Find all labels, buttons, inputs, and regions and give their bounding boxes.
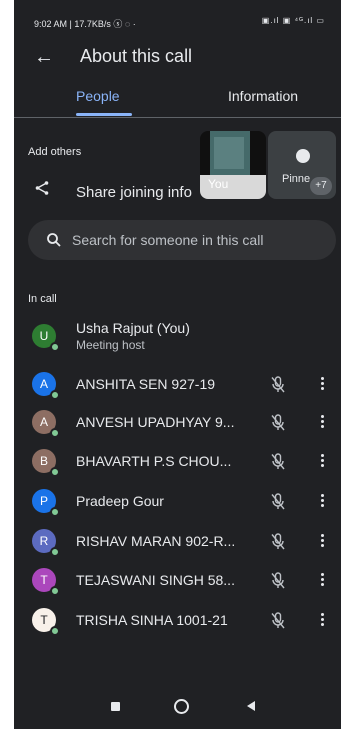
- mic-off-icon: [271, 376, 285, 393]
- more-options-icon[interactable]: [316, 571, 328, 591]
- system-nav-bar: [14, 699, 341, 720]
- self-tile-label: You: [208, 177, 229, 191]
- participant-name: ANVESH UPADHYAY 9...: [76, 414, 235, 430]
- participant-name: Usha Rajput (You): [76, 320, 190, 336]
- online-status-dot: [50, 390, 60, 400]
- online-status-dot: [50, 547, 60, 557]
- tab-bar: People Information: [14, 80, 341, 116]
- search-icon: [47, 233, 61, 247]
- participant-row[interactable]: B BHAVARTH P.S CHOU...: [14, 443, 341, 483]
- more-options-icon[interactable]: [316, 532, 328, 552]
- add-others-label: Add others: [28, 146, 82, 158]
- status-bar: 9:02 AM | 17.7KB/s ⓢ ◌ · ▣.ıl ▣ ⁴ᴳ.ıl ▭: [14, 0, 341, 44]
- mic-off-icon: [271, 533, 285, 550]
- status-time: 9:02 AM | 17.7KB/s ⓢ ◌ ·: [34, 19, 136, 29]
- participant-row[interactable]: A ANSHITA SEN 927-19: [14, 366, 341, 406]
- online-status-dot: [50, 342, 60, 352]
- back-triangle-icon[interactable]: [247, 701, 255, 711]
- participant-row[interactable]: A ANVESH UPADHYAY 9...: [14, 404, 341, 444]
- phone-screen: 9:02 AM | 17.7KB/s ⓢ ◌ · ▣.ıl ▣ ⁴ᴳ.ıl ▭ …: [14, 0, 341, 729]
- more-participants-badge: +7: [310, 177, 332, 195]
- participant-name: Pradeep Gour: [76, 493, 164, 509]
- online-status-dot: [50, 428, 60, 438]
- tab-divider: [14, 117, 341, 118]
- mic-off-icon: [271, 572, 285, 589]
- mic-off-icon: [271, 453, 285, 470]
- arrow-left-icon[interactable]: ←: [34, 44, 54, 70]
- participant-name: BHAVARTH P.S CHOU...: [76, 453, 232, 469]
- video-tiles: You Pinne +7: [200, 131, 336, 199]
- in-call-label: In call: [28, 293, 57, 305]
- participant-name: ANSHITA SEN 927-19: [76, 376, 216, 392]
- participant-role: Meeting host: [76, 338, 145, 352]
- share-icon: [35, 181, 49, 195]
- mic-off-icon: [271, 414, 285, 431]
- participant-row[interactable]: U Usha Rajput (You) Meeting host: [14, 318, 341, 358]
- share-joining-info-label: Share joining info: [76, 184, 192, 201]
- participant-row[interactable]: T TRISHA SINHA 1001-21: [14, 602, 341, 642]
- pinned-tile-label: Pinne: [282, 173, 311, 185]
- home-icon[interactable]: [174, 699, 189, 714]
- search-input[interactable]: Search for someone in this call: [28, 220, 336, 260]
- self-video-tile[interactable]: You: [200, 131, 266, 199]
- page-title: About this call: [80, 46, 193, 66]
- participant-name: TEJASWANI SINGH 58...: [76, 572, 235, 588]
- participant-row[interactable]: R RISHAV MARAN 902-R...: [14, 523, 341, 563]
- tab-people[interactable]: People: [76, 88, 120, 104]
- tab-indicator: [76, 113, 132, 116]
- participant-row[interactable]: T TEJASWANI SINGH 58...: [14, 562, 341, 602]
- online-status-dot: [50, 507, 60, 517]
- mic-off-icon: [271, 493, 285, 510]
- more-options-icon[interactable]: [316, 375, 328, 395]
- participant-row[interactable]: P Pradeep Gour: [14, 483, 341, 523]
- more-options-icon[interactable]: [316, 611, 328, 631]
- app-bar: ← About this call: [14, 44, 341, 74]
- more-options-icon[interactable]: [316, 413, 328, 433]
- online-status-dot: [50, 626, 60, 636]
- search-placeholder: Search for someone in this call: [72, 232, 264, 248]
- more-options-icon[interactable]: [316, 452, 328, 472]
- online-status-dot: [50, 586, 60, 596]
- video-frame-inner: [214, 137, 244, 169]
- recents-icon[interactable]: [111, 702, 120, 711]
- online-status-dot: [50, 467, 60, 477]
- mic-off-icon: [271, 612, 285, 629]
- tab-information[interactable]: Information: [228, 88, 298, 104]
- participant-name: TRISHA SINHA 1001-21: [76, 612, 228, 628]
- pin-icon: [296, 149, 310, 163]
- status-icons: ▣.ıl ▣ ⁴ᴳ.ıl ▭: [261, 16, 325, 25]
- pinned-tile[interactable]: Pinne +7: [268, 131, 336, 199]
- participant-name: RISHAV MARAN 902-R...: [76, 533, 236, 549]
- more-options-icon[interactable]: [316, 492, 328, 512]
